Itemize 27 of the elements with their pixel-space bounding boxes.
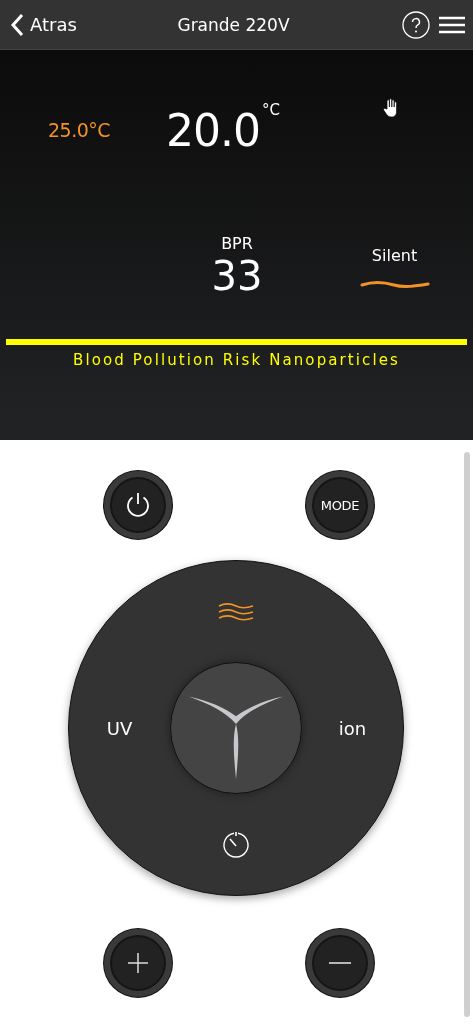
mode-button[interactable]: MODE bbox=[306, 471, 374, 539]
uv-button[interactable]: UV bbox=[106, 717, 133, 739]
bpr-value: 33 bbox=[211, 253, 263, 299]
airflow-icon bbox=[218, 602, 254, 621]
minus-button[interactable] bbox=[306, 929, 374, 997]
help-icon[interactable] bbox=[402, 10, 430, 39]
ion-button[interactable]: ion bbox=[338, 717, 367, 739]
bpr-label: BPR bbox=[221, 234, 253, 253]
menu-icon[interactable] bbox=[439, 15, 465, 34]
temperature-unit: °C bbox=[262, 101, 281, 119]
scrollbar[interactable] bbox=[464, 452, 470, 1017]
timer-button[interactable] bbox=[221, 829, 251, 860]
risk-label: Blood Pollution Risk Nanoparticles bbox=[72, 351, 401, 369]
airflow-button[interactable] bbox=[218, 602, 254, 621]
wave-icon bbox=[359, 279, 430, 289]
plus-button[interactable] bbox=[104, 929, 172, 997]
back-button[interactable]: Atras bbox=[8, 12, 88, 37]
plus-icon bbox=[127, 952, 149, 974]
chevron-left-icon bbox=[10, 12, 24, 37]
current-temperature: 20.0 bbox=[166, 105, 261, 156]
hand-cursor-icon bbox=[383, 98, 399, 118]
page-title: Grande 220V bbox=[177, 14, 290, 35]
power-button[interactable] bbox=[104, 471, 172, 539]
timer-icon bbox=[221, 829, 251, 860]
minus-icon bbox=[329, 961, 351, 965]
set-temperature: 25.0°C bbox=[48, 119, 111, 141]
fan-mode-label: Silent bbox=[371, 246, 418, 265]
